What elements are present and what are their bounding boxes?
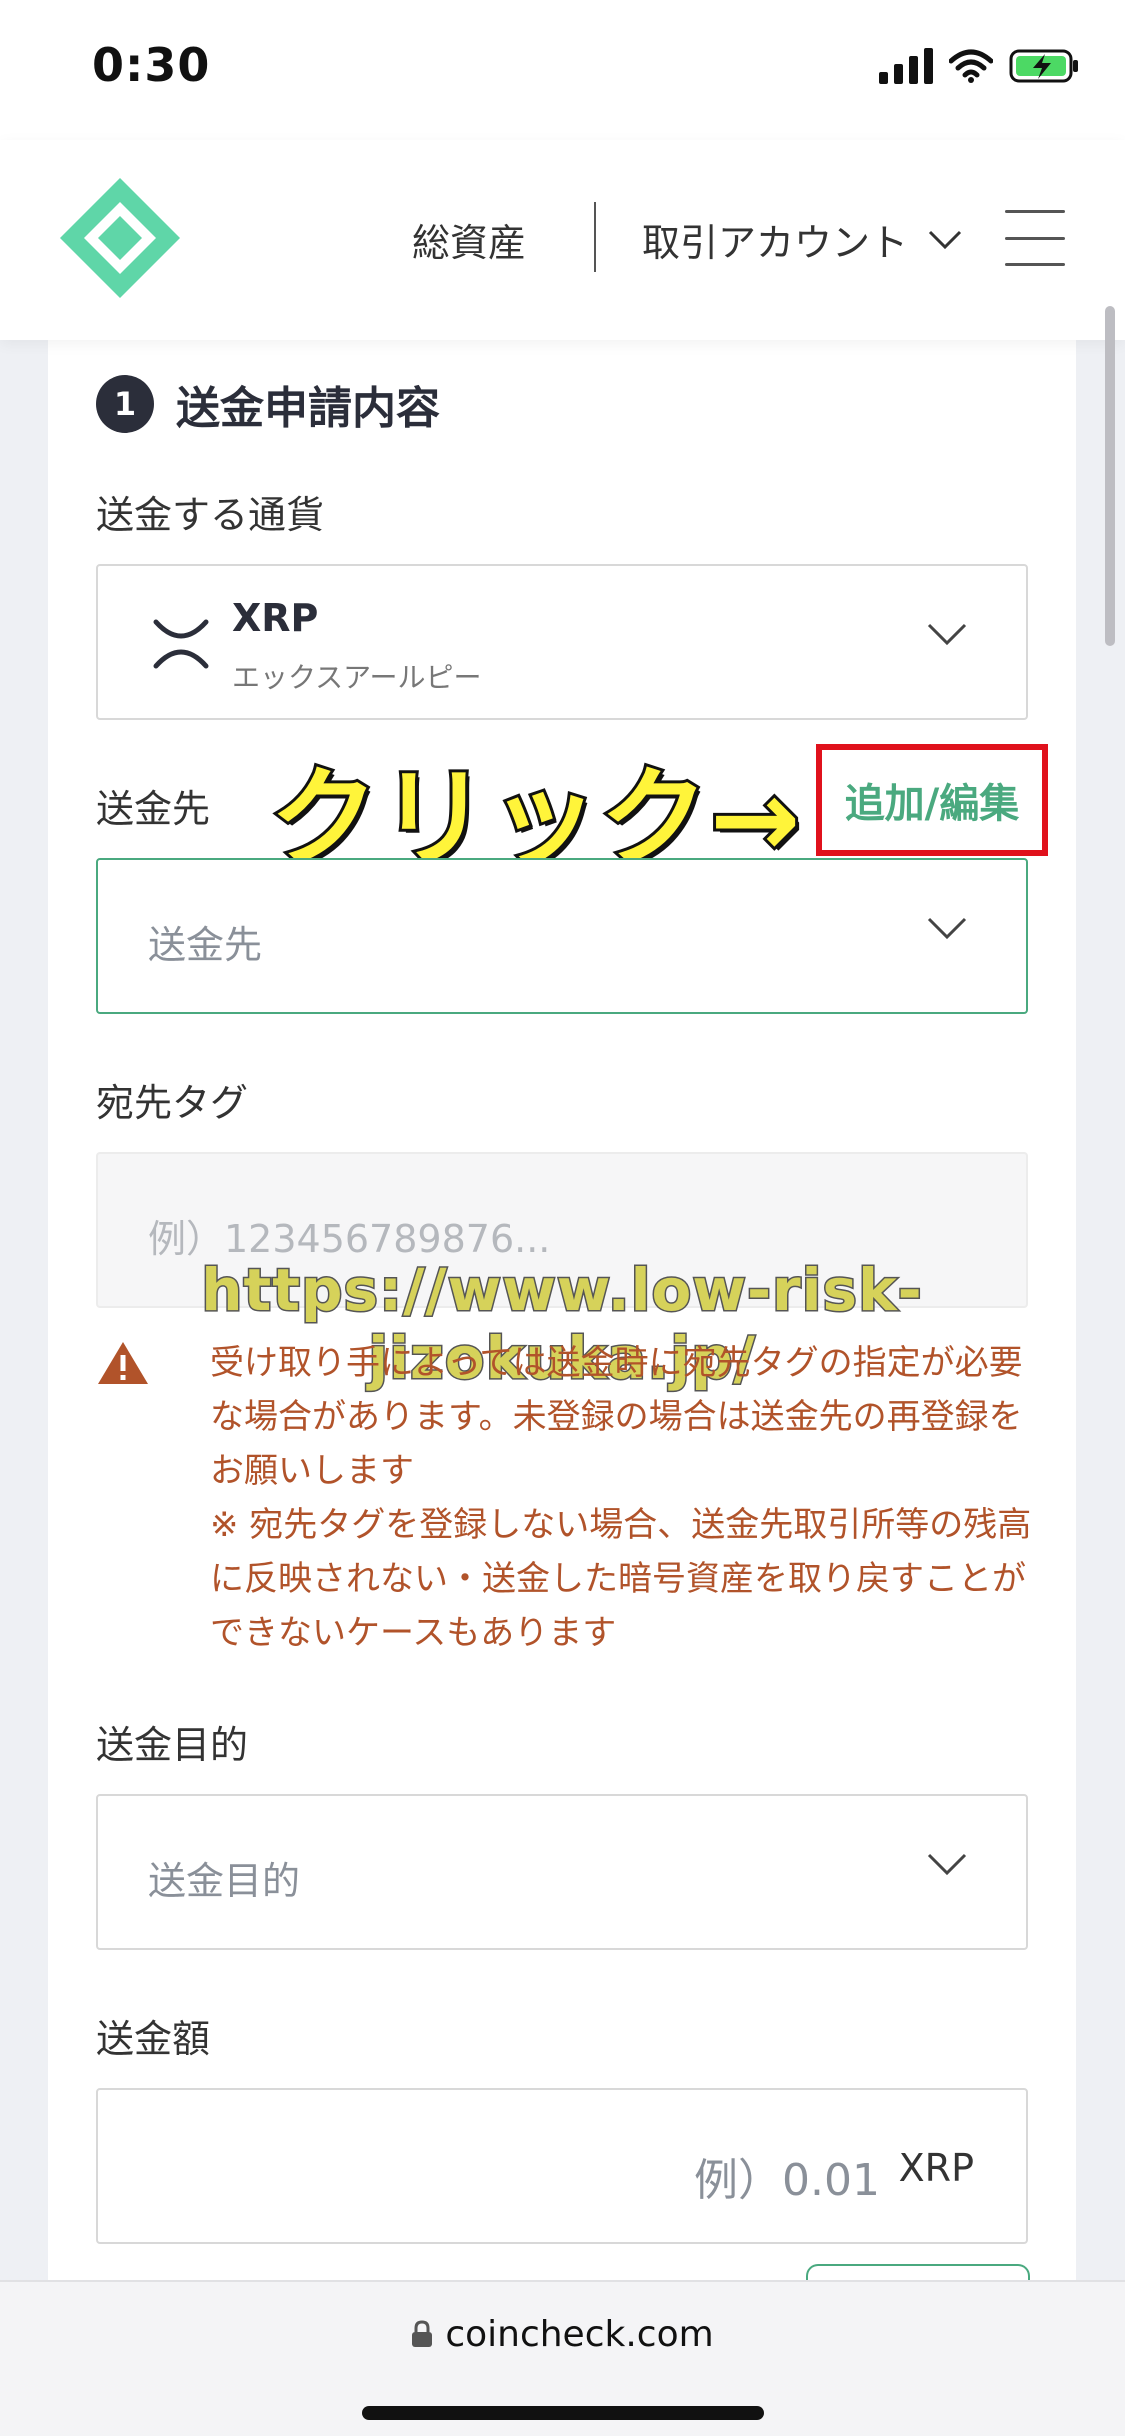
currency-code: XRP	[232, 596, 319, 640]
amount-placeholder: 例）0.01	[694, 2155, 880, 2206]
nav-trading-account[interactable]: 取引アカウント	[642, 212, 962, 267]
xrp-icon	[152, 616, 210, 676]
destination-tag-label: 宛先タグ	[96, 1081, 249, 1125]
home-indicator[interactable]	[362, 2406, 764, 2420]
destination-placeholder: 送金先	[148, 923, 263, 967]
battery-charging-icon	[1009, 48, 1081, 84]
section-header: 1 送金申請内容	[96, 372, 440, 436]
remittance-form-card: 1 送金申請内容 送金する通貨 XRP エックスアールピー 送金先 クリック→ …	[48, 340, 1076, 2304]
chevron-down-icon	[928, 230, 962, 249]
status-time: 0:30	[92, 38, 211, 92]
section-title: 送金申請内容	[176, 383, 440, 434]
purpose-label: 送金目的	[96, 1723, 249, 1767]
nav-trading-account-label: 取引アカウント	[642, 221, 909, 265]
url-display[interactable]: coincheck.com	[0, 2314, 1125, 2357]
currency-name: エックスアールピー	[232, 661, 482, 694]
lock-icon	[411, 2316, 433, 2357]
nav-total-assets[interactable]: 総資産	[412, 212, 526, 267]
wifi-icon	[949, 49, 993, 83]
app-header: 総資産 取引アカウント	[0, 140, 1125, 340]
status-bar: 0:30	[0, 0, 1125, 140]
purpose-placeholder: 送金目的	[148, 1859, 301, 1903]
currency-label: 送金する通貨	[96, 493, 325, 537]
destination-tag-placeholder: 例）123456789876...	[148, 1217, 551, 1261]
scrollbar[interactable]	[1105, 306, 1115, 646]
warning-line-1: 受け取り手によっては送金時に宛先タグの指定が必要な場合があります。未登録の場合は…	[210, 1343, 1023, 1491]
chevron-down-icon	[927, 917, 967, 940]
chevron-down-icon	[927, 1853, 967, 1876]
currency-select[interactable]: XRP エックスアールピー	[96, 564, 1028, 720]
page: 0:30 総資産 取引アカウント 1 送金申請内容 送金する通貨 XRP エック…	[0, 0, 1125, 2436]
warning-triangle-icon	[96, 1340, 150, 1390]
url-text: coincheck.com	[445, 2314, 714, 2355]
coincheck-logo-icon[interactable]	[58, 176, 182, 300]
amount-label: 送金額	[96, 2017, 211, 2061]
status-icons	[879, 48, 1081, 84]
amount-input[interactable]: 例）0.01 XRP	[96, 2088, 1028, 2244]
destination-select[interactable]: 送金先	[96, 858, 1028, 1014]
warning-text: 受け取り手によっては送金時に宛先タグの指定が必要な場合があります。未登録の場合は…	[210, 1336, 1056, 1660]
purpose-select[interactable]: 送金目的	[96, 1794, 1028, 1950]
nav-divider	[594, 202, 596, 272]
warning-line-2: ※ 宛先タグを登録しない場合、送金先取引所等の残高に反映されない・送金した暗号資…	[210, 1505, 1032, 1653]
chevron-down-icon	[927, 623, 967, 646]
destination-label: 送金先	[96, 787, 211, 831]
add-edit-destination-link[interactable]: 追加/編集	[816, 744, 1048, 856]
cellular-signal-icon	[879, 48, 933, 84]
step-number-badge: 1	[96, 375, 154, 433]
amount-unit: XRP	[898, 2146, 974, 2190]
browser-address-bar[interactable]: coincheck.com	[0, 2280, 1125, 2436]
hamburger-menu-icon[interactable]	[1005, 210, 1065, 266]
